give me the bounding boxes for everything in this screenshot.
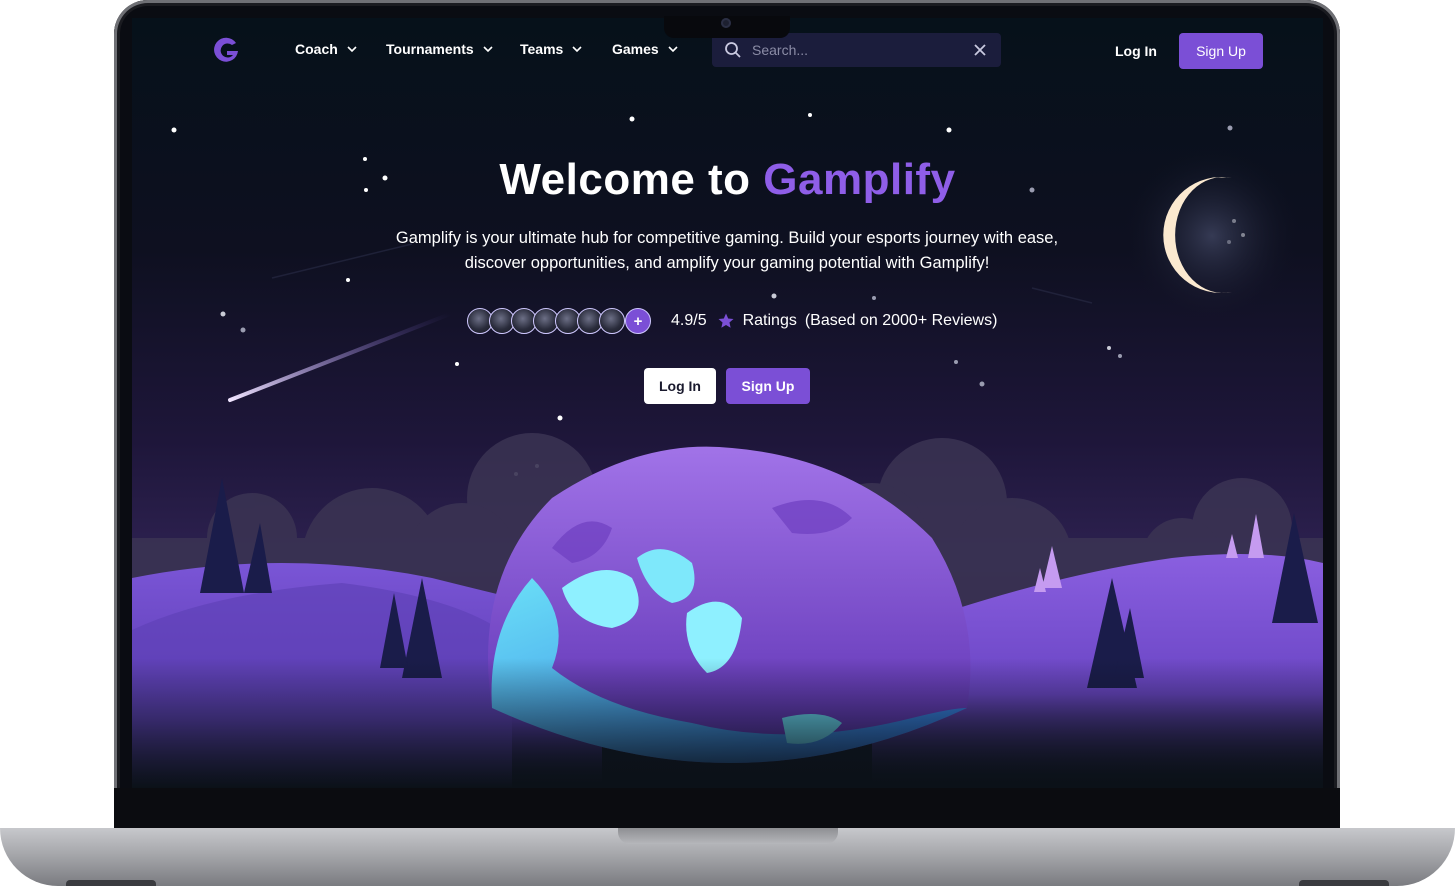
nav-coach[interactable]: Coach bbox=[295, 41, 358, 57]
search-bar bbox=[712, 33, 1001, 67]
hero-signup-button[interactable]: Sign Up bbox=[726, 368, 810, 404]
nav-login-link[interactable]: Log In bbox=[1115, 43, 1157, 59]
screen: Coach Tournaments Teams Games Search... … bbox=[132, 18, 1323, 788]
rating-label: Ratings bbox=[742, 312, 797, 329]
rating-value: 4.9/5 bbox=[671, 312, 707, 329]
nav-signup-button[interactable]: Sign Up bbox=[1179, 33, 1263, 69]
search-input[interactable] bbox=[750, 41, 954, 59]
trackpad-notch bbox=[618, 828, 838, 844]
nav-tournaments-label: Tournaments bbox=[386, 41, 474, 57]
camera-notch bbox=[664, 16, 790, 38]
hero-login-button[interactable]: Log In bbox=[644, 368, 716, 404]
rating-row: + 4.9/5 Ratings (Based on 2000+ Reviews) bbox=[467, 306, 997, 336]
rating-reviews: (Based on 2000+ Reviews) bbox=[804, 312, 998, 329]
hero-subtitle: Gamplify is your ultimate hub for compet… bbox=[395, 229, 1059, 272]
chevron-down-icon bbox=[347, 46, 357, 53]
close-icon[interactable] bbox=[973, 43, 987, 57]
nav-teams-label: Teams bbox=[520, 41, 564, 57]
laptop-foot bbox=[1299, 880, 1389, 886]
laptop-foot bbox=[66, 880, 156, 886]
avatar-group: + bbox=[467, 308, 651, 334]
laptop-base bbox=[0, 828, 1455, 886]
hero-title-brand: Gamplify bbox=[763, 155, 956, 204]
avatar-more-button[interactable]: + bbox=[625, 308, 651, 334]
hero-title: Welcome to Gamplify bbox=[132, 155, 1323, 205]
nav-games[interactable]: Games bbox=[612, 41, 679, 57]
webcam-icon bbox=[721, 18, 731, 28]
chevron-down-icon bbox=[572, 46, 582, 53]
search-icon bbox=[725, 42, 741, 58]
nav-tournaments[interactable]: Tournaments bbox=[386, 41, 494, 57]
avatar bbox=[599, 308, 625, 334]
star-icon bbox=[718, 313, 734, 328]
chevron-down-icon bbox=[483, 46, 493, 53]
nav-teams[interactable]: Teams bbox=[520, 41, 583, 57]
nav-coach-label: Coach bbox=[295, 41, 338, 57]
nav-games-label: Games bbox=[612, 41, 659, 57]
hero-title-prefix: Welcome to bbox=[499, 155, 751, 204]
gamplify-logo-icon[interactable] bbox=[212, 35, 240, 65]
chevron-down-icon bbox=[668, 46, 678, 53]
